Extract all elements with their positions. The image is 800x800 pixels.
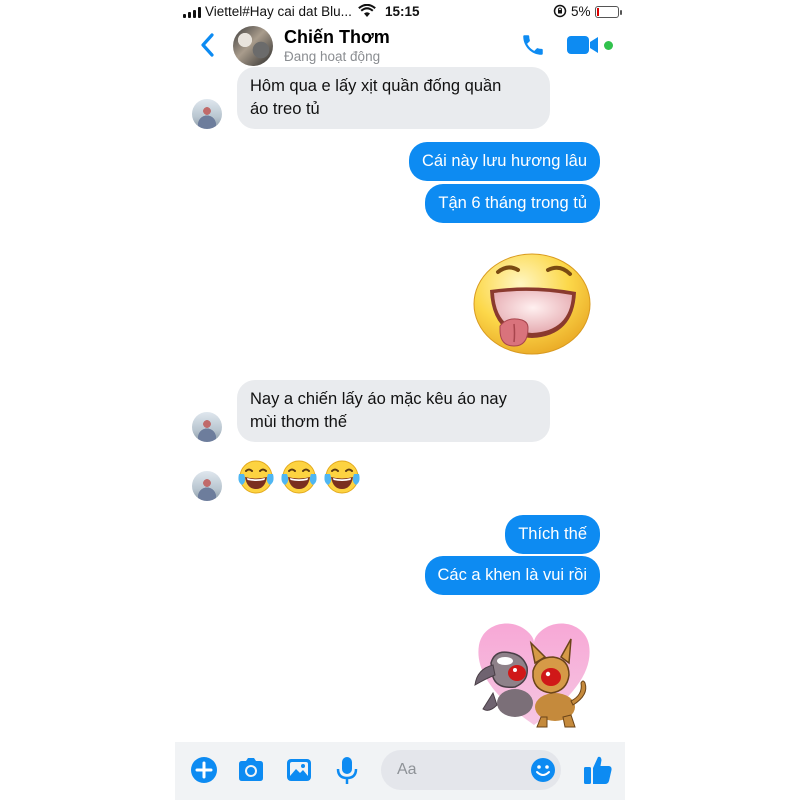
outgoing-message[interactable]: Các a khen là vui rồi — [424, 556, 600, 595]
battery-percent: 5% — [571, 4, 591, 19]
emoji-icon[interactable] — [530, 757, 556, 783]
big-grin-tongue-sticker[interactable] — [470, 246, 594, 358]
clock: 15:15 — [385, 4, 420, 19]
message-line: Hôm qua e lấy xịt quần đống quần — [250, 77, 502, 95]
emoji-message[interactable] — [237, 458, 361, 496]
microphone-icon[interactable] — [335, 756, 359, 786]
message-line: Nay a chiến lấy áo mặc kêu áo nay — [250, 390, 507, 408]
outgoing-message[interactable]: Thích thế — [505, 515, 600, 554]
rotation-lock-icon — [553, 4, 567, 18]
messenger-screen: Viettel#Hay cai dat Blu... 15:15 5% Chiế… — [175, 0, 625, 800]
message-input-placeholder: Aa — [397, 761, 417, 778]
tears-of-joy-emoji — [238, 460, 274, 494]
presence-status: Đang hoạt động — [284, 49, 381, 64]
dogs-heart-sticker[interactable] — [471, 613, 597, 731]
phone-call-icon[interactable] — [520, 32, 546, 58]
signal-icon — [183, 7, 201, 18]
sender-avatar[interactable] — [192, 99, 222, 129]
contact-avatar[interactable] — [233, 26, 273, 66]
message-line: áo treo tủ — [250, 100, 320, 118]
video-call-icon[interactable] — [567, 34, 601, 56]
contact-name[interactable]: Chiến Thơm — [284, 27, 390, 48]
camera-icon[interactable] — [236, 756, 266, 784]
outgoing-message[interactable]: Cái này lưu hương lâu — [409, 142, 600, 181]
sender-avatar[interactable] — [192, 412, 222, 442]
incoming-message[interactable]: Hôm qua e lấy xịt quần đống quần áo treo… — [237, 67, 550, 129]
battery-icon — [595, 6, 622, 18]
incoming-message[interactable]: Nay a chiến lấy áo mặc kêu áo nay mùi th… — [237, 380, 550, 442]
message-line: mùi thơm thế — [250, 413, 348, 431]
outgoing-message[interactable]: Tận 6 tháng trong tủ — [425, 184, 600, 223]
thumbs-up-icon[interactable] — [583, 754, 613, 786]
tears-of-joy-emoji — [324, 460, 360, 494]
wifi-icon — [358, 4, 376, 17]
carrier-label: Viettel#Hay cai dat Blu... — [205, 4, 352, 19]
status-bar: Viettel#Hay cai dat Blu... 15:15 5% — [175, 0, 625, 24]
gallery-icon[interactable] — [285, 756, 313, 784]
tears-of-joy-emoji — [281, 460, 317, 494]
message-composer: Aa — [175, 742, 625, 800]
online-indicator — [604, 41, 613, 50]
sender-avatar[interactable] — [192, 471, 222, 501]
chat-header: Chiến Thơm Đang hoạt động — [175, 24, 625, 72]
back-chevron-icon[interactable] — [197, 30, 219, 60]
plus-icon[interactable] — [190, 756, 218, 784]
